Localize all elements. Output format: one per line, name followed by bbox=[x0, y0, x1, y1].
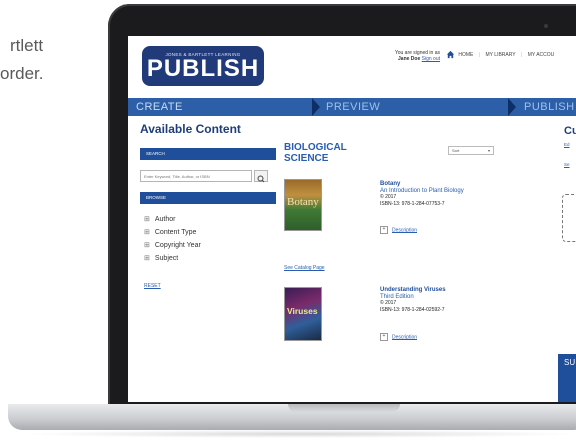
laptop-screen: JONES & BARTLETT LEARNING PUBLISH You ar… bbox=[128, 36, 576, 402]
see-catalog-page-link[interactable]: See Catalog Page bbox=[284, 265, 325, 271]
nav-home[interactable]: HOME bbox=[458, 52, 473, 58]
plus-icon: ⊞ bbox=[144, 242, 150, 249]
book-isbn: ISBN-13: 978-1-284-02592-7 bbox=[380, 306, 445, 313]
top-nav: HOME | MY LIBRARY | MY ACCOU bbox=[446, 50, 558, 62]
browse-item-label: Copyright Year bbox=[154, 242, 201, 249]
description-toggle-viruses[interactable]: + Description bbox=[380, 333, 417, 341]
right-link-1[interactable]: Ed bbox=[564, 142, 570, 147]
sort-label: Sort bbox=[452, 148, 460, 153]
book-info-viruses: Understanding Viruses Third Edition © 20… bbox=[380, 287, 446, 313]
available-content-title: Available Content bbox=[140, 122, 241, 136]
camera-icon bbox=[544, 24, 548, 28]
current-content-title: Cu bbox=[564, 125, 576, 137]
step-bar: CREATE PREVIEW PUBLISH bbox=[128, 98, 576, 116]
search-button[interactable] bbox=[254, 170, 268, 183]
catalog-title-line-1: BIOLOGICAL bbox=[284, 142, 347, 153]
plus-icon: ⊞ bbox=[144, 255, 150, 262]
cover-title: Botany bbox=[287, 196, 319, 208]
logo-wordmark: PUBLISH bbox=[146, 55, 260, 82]
home-icon[interactable] bbox=[446, 50, 455, 59]
catalog-title: BIOLOGICAL SCIENCE bbox=[284, 142, 347, 164]
user-name: Jane Doe bbox=[398, 56, 421, 62]
step-preview[interactable]: PREVIEW bbox=[326, 98, 380, 116]
step-publish[interactable]: PUBLISH bbox=[524, 98, 575, 116]
browse-item-label: Content Type bbox=[154, 229, 197, 236]
sort-select[interactable]: Sort ▾ bbox=[448, 146, 494, 155]
right-link-2[interactable]: Se bbox=[564, 162, 570, 167]
book-title[interactable]: Understanding Viruses bbox=[380, 287, 446, 294]
search-icon bbox=[257, 175, 265, 183]
reset-link[interactable]: RESET bbox=[144, 283, 161, 289]
book-isbn: ISBN-13: 978-1-284-07753-7 bbox=[380, 200, 445, 207]
promo-line-2: order. bbox=[0, 64, 44, 83]
chevron-right-icon bbox=[508, 98, 516, 116]
plus-icon: + bbox=[380, 226, 388, 234]
signed-in-info: You are signed in as Jane Doe Sign out bbox=[360, 50, 440, 62]
sign-out-link[interactable]: Sign out bbox=[422, 56, 440, 62]
nav-my-library[interactable]: MY LIBRARY bbox=[485, 52, 515, 58]
drop-zone[interactable] bbox=[562, 194, 576, 242]
description-toggle-botany[interactable]: + Description bbox=[380, 226, 417, 234]
browse-item-label: Author bbox=[154, 216, 176, 223]
browse-item-subject[interactable]: ⊞ Subject bbox=[144, 254, 178, 262]
promo-line-1: rtlett bbox=[10, 36, 44, 55]
chevron-right-icon bbox=[312, 98, 320, 116]
plus-icon: ⊞ bbox=[144, 229, 150, 236]
plus-icon: ⊞ bbox=[144, 216, 150, 223]
laptop-notch bbox=[288, 404, 400, 412]
chevron-down-icon: ▾ bbox=[487, 148, 490, 153]
browse-item-author[interactable]: ⊞ Author bbox=[144, 215, 176, 223]
summary-panel: SU bbox=[558, 354, 576, 402]
step-create[interactable]: CREATE bbox=[136, 98, 183, 116]
plus-icon: + bbox=[380, 333, 388, 341]
browse-item-label: Subject bbox=[154, 255, 179, 262]
search-header: SEARCH bbox=[140, 148, 276, 160]
cover-title: Viruses bbox=[287, 306, 318, 316]
book-cover-botany[interactable]: Botany bbox=[284, 179, 322, 231]
summary-title: SU bbox=[564, 358, 576, 367]
catalog-title-line-2: SCIENCE bbox=[284, 153, 329, 164]
search-input[interactable] bbox=[140, 170, 252, 182]
description-label: Description bbox=[392, 334, 418, 341]
book-info-botany: Botany An Introduction to Plant Biology … bbox=[380, 181, 464, 207]
browse-item-copyright-year[interactable]: ⊞ Copyright Year bbox=[144, 241, 201, 249]
description-label: Description bbox=[392, 227, 418, 234]
browse-header: BROWSE bbox=[140, 192, 276, 204]
browse-item-content-type[interactable]: ⊞ Content Type bbox=[144, 228, 196, 236]
laptop-shadow bbox=[20, 430, 576, 438]
publish-logo[interactable]: JONES & BARTLETT LEARNING PUBLISH bbox=[142, 46, 264, 86]
book-cover-viruses[interactable]: Viruses bbox=[284, 287, 322, 341]
nav-my-account[interactable]: MY ACCOU bbox=[528, 52, 555, 58]
